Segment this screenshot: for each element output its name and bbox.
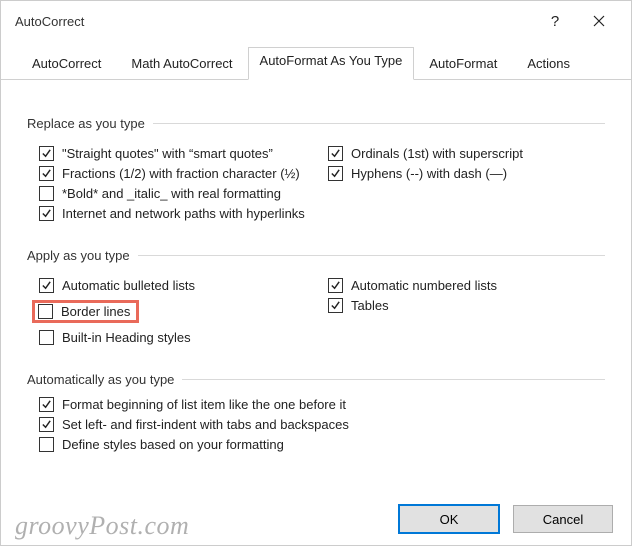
watermark: groovyPost.com xyxy=(15,511,189,541)
checkbox-icon xyxy=(328,146,343,161)
checkbox-label: Automatic bulleted lists xyxy=(62,278,195,293)
checkbox-border-lines[interactable]: Border lines xyxy=(32,300,139,323)
checkbox-bulleted-lists[interactable]: Automatic bulleted lists xyxy=(39,278,316,293)
checkbox-icon xyxy=(328,298,343,313)
checkbox-label: Set left- and first-indent with tabs and… xyxy=(62,417,349,432)
checkbox-hyphens[interactable]: Hyphens (--) with dash (—) xyxy=(328,166,605,181)
checkbox-label: Define styles based on your formatting xyxy=(62,437,284,452)
checkbox-icon xyxy=(39,186,54,201)
tab-content: Replace as you type "Straight quotes" wi… xyxy=(1,80,631,467)
titlebar: AutoCorrect ? xyxy=(1,1,631,41)
dialog-footer: OK Cancel xyxy=(399,505,613,533)
checkbox-icon xyxy=(38,304,53,319)
checkbox-ordinals[interactable]: Ordinals (1st) with superscript xyxy=(328,146,605,161)
section-apply-title: Apply as you type xyxy=(27,248,130,263)
checkbox-bold-italic[interactable]: *Bold* and _italic_ with real formatting xyxy=(39,186,316,201)
close-icon xyxy=(593,15,605,27)
help-button[interactable]: ? xyxy=(533,6,577,36)
checkbox-label: Format beginning of list item like the o… xyxy=(62,397,346,412)
checkbox-set-indent[interactable]: Set left- and first-indent with tabs and… xyxy=(39,417,605,432)
checkbox-label: Border lines xyxy=(61,304,130,319)
checkbox-label: Tables xyxy=(351,298,389,313)
section-auto-title: Automatically as you type xyxy=(27,372,174,387)
cancel-button[interactable]: Cancel xyxy=(513,505,613,533)
checkbox-label: Fractions (1/2) with fraction character … xyxy=(62,166,300,181)
checkbox-icon xyxy=(39,146,54,161)
divider xyxy=(138,255,605,256)
checkbox-label: Ordinals (1st) with superscript xyxy=(351,146,523,161)
checkbox-icon xyxy=(328,166,343,181)
checkbox-fractions[interactable]: Fractions (1/2) with fraction character … xyxy=(39,166,316,181)
checkbox-label: Internet and network paths with hyperlin… xyxy=(62,206,305,221)
divider xyxy=(153,123,605,124)
checkbox-label: "Straight quotes" with “smart quotes” xyxy=(62,146,273,161)
tab-strip: AutoCorrect Math AutoCorrect AutoFormat … xyxy=(1,41,631,80)
tab-autoformat[interactable]: AutoFormat xyxy=(414,47,512,80)
checkbox-icon xyxy=(39,166,54,181)
section-replace: Replace as you type xyxy=(27,116,605,131)
section-apply: Apply as you type xyxy=(27,248,605,263)
checkbox-label: Hyphens (--) with dash (—) xyxy=(351,166,507,181)
checkbox-format-beginning[interactable]: Format beginning of list item like the o… xyxy=(39,397,605,412)
tab-autoformat-as-you-type[interactable]: AutoFormat As You Type xyxy=(248,47,415,80)
close-button[interactable] xyxy=(577,6,621,36)
checkbox-icon xyxy=(39,417,54,432)
tab-math-autocorrect[interactable]: Math AutoCorrect xyxy=(116,47,247,80)
divider xyxy=(182,379,605,380)
section-replace-title: Replace as you type xyxy=(27,116,145,131)
checkbox-icon xyxy=(39,397,54,412)
section-auto: Automatically as you type xyxy=(27,372,605,387)
checkbox-define-styles[interactable]: Define styles based on your formatting xyxy=(39,437,605,452)
checkbox-numbered-lists[interactable]: Automatic numbered lists xyxy=(328,278,605,293)
checkbox-label: Built-in Heading styles xyxy=(62,330,191,345)
autocorrect-dialog: AutoCorrect ? AutoCorrect Math AutoCorre… xyxy=(0,0,632,546)
checkbox-label: *Bold* and _italic_ with real formatting xyxy=(62,186,281,201)
checkbox-icon xyxy=(39,278,54,293)
checkbox-tables[interactable]: Tables xyxy=(328,298,605,313)
checkbox-icon xyxy=(39,437,54,452)
checkbox-icon xyxy=(39,330,54,345)
checkbox-heading-styles[interactable]: Built-in Heading styles xyxy=(39,330,316,345)
checkbox-straight-quotes[interactable]: "Straight quotes" with “smart quotes” xyxy=(39,146,316,161)
tab-actions[interactable]: Actions xyxy=(512,47,585,80)
checkbox-icon xyxy=(39,206,54,221)
checkbox-label: Automatic numbered lists xyxy=(351,278,497,293)
help-icon: ? xyxy=(551,13,559,30)
ok-button[interactable]: OK xyxy=(399,505,499,533)
dialog-title: AutoCorrect xyxy=(15,14,533,29)
tab-autocorrect[interactable]: AutoCorrect xyxy=(17,47,116,80)
checkbox-hyperlinks[interactable]: Internet and network paths with hyperlin… xyxy=(39,206,316,221)
checkbox-icon xyxy=(328,278,343,293)
